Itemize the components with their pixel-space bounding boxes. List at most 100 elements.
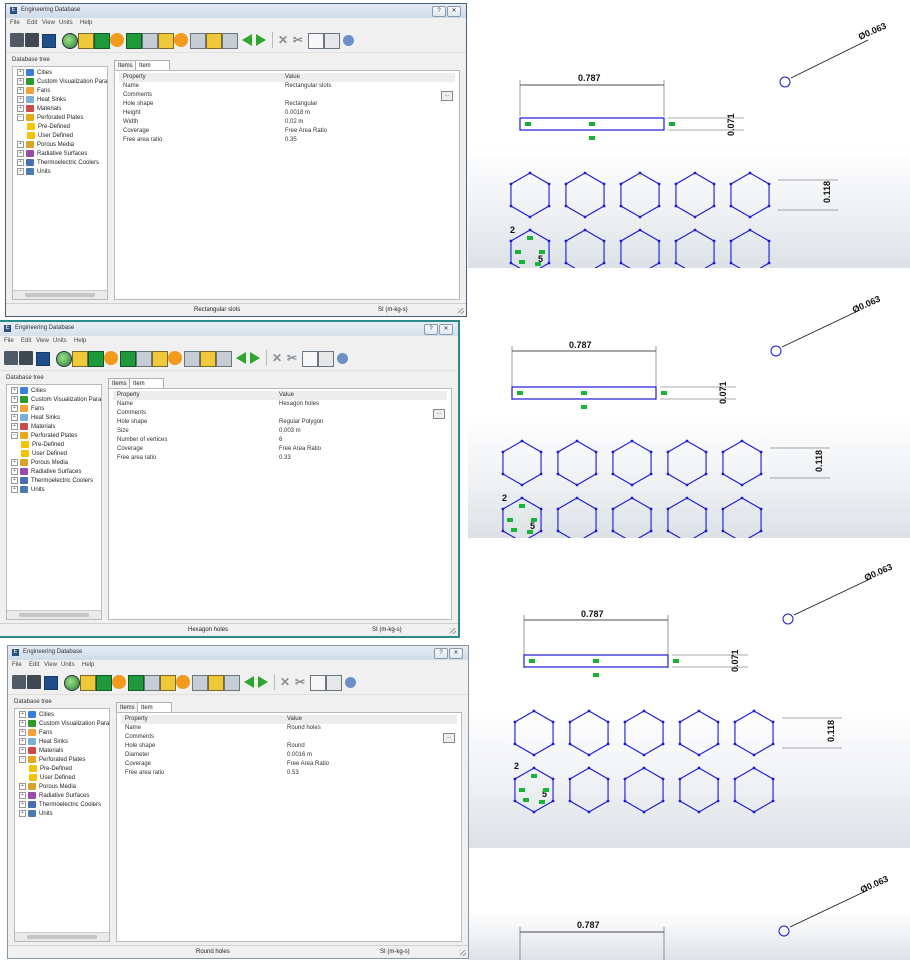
vertex-point[interactable] (513, 777, 517, 781)
vertex-point[interactable] (539, 529, 543, 533)
vertex-point[interactable] (657, 204, 661, 208)
gear-icon[interactable] (343, 35, 354, 46)
tree-item-materials[interactable]: + Materials (17, 105, 61, 114)
expand-toggle[interactable]: + (17, 105, 24, 112)
tools-icon[interactable] (224, 675, 240, 691)
fan-icon[interactable] (78, 33, 94, 49)
vertex-point[interactable] (528, 171, 532, 175)
vertex-point[interactable] (564, 182, 568, 186)
expand-toggle[interactable]: + (17, 96, 24, 103)
constraint-marker[interactable] (581, 391, 587, 395)
vertex-point[interactable] (564, 204, 568, 208)
vertex-point[interactable] (693, 215, 697, 219)
hexagon-hole[interactable] (620, 229, 660, 268)
hexagon-hole[interactable] (722, 497, 762, 538)
vertex-point[interactable] (733, 720, 737, 724)
dimension-diameter[interactable]: Ø0.063 (851, 294, 882, 315)
tree-item-porous-media[interactable]: + Porous Media (19, 783, 76, 792)
vertex-point[interactable] (611, 450, 615, 454)
vertex-point[interactable] (771, 799, 775, 803)
constraint-marker[interactable] (543, 788, 549, 792)
hexagon-hole[interactable] (569, 710, 609, 756)
heat-sink-icon[interactable] (94, 33, 110, 49)
expand-toggle[interactable]: + (11, 405, 18, 412)
expand-toggle[interactable]: + (11, 486, 18, 493)
hexagon-hole[interactable] (502, 440, 542, 486)
property-row[interactable]: Hole shape Rectangular (119, 100, 455, 109)
dimension-diameter[interactable]: Ø0.063 (857, 21, 888, 42)
vertex-point[interactable] (602, 239, 606, 243)
vertex-point[interactable] (712, 182, 716, 186)
vertex-point[interactable] (513, 720, 517, 724)
vertex-point[interactable] (513, 742, 517, 746)
dimension-height[interactable]: 0.071 (726, 113, 736, 136)
vertex-point[interactable] (551, 799, 555, 803)
vertex-point[interactable] (539, 472, 543, 476)
property-row[interactable]: Hole shape Regular Polygon (113, 418, 447, 427)
vertex-point[interactable] (767, 182, 771, 186)
property-row[interactable]: Width 0.02 m (119, 118, 455, 127)
vertex-point[interactable] (716, 720, 720, 724)
constraint-marker[interactable] (593, 659, 599, 663)
hexagon-hole[interactable] (734, 710, 774, 756)
property-value[interactable]: Rectangular (285, 100, 317, 109)
hexagon-hole[interactable] (557, 440, 597, 486)
vertex-point[interactable] (583, 228, 587, 232)
vertex-point[interactable] (740, 496, 744, 500)
vertex-point[interactable] (619, 261, 623, 265)
vertex-point[interactable] (611, 472, 615, 476)
vertex-point[interactable] (575, 496, 579, 500)
expand-toggle[interactable]: + (19, 720, 26, 727)
vertex-point[interactable] (697, 709, 701, 713)
globe-icon[interactable] (56, 351, 72, 367)
dimension-width[interactable]: 0.787 (577, 920, 600, 930)
paste-icon[interactable] (318, 351, 334, 367)
menu-units[interactable]: Units (59, 20, 73, 26)
vertex-point[interactable] (602, 204, 606, 208)
fan-icon[interactable] (80, 675, 96, 691)
menu-help[interactable]: Help (82, 662, 94, 668)
tree-item-units[interactable]: + Units (11, 486, 45, 495)
vertex-point[interactable] (587, 766, 591, 770)
vertex-point[interactable] (712, 239, 716, 243)
material-icon[interactable] (126, 33, 142, 49)
perforated-plate-icon[interactable] (144, 675, 160, 691)
hexagon-hole[interactable] (569, 767, 609, 813)
constraint-marker[interactable] (589, 136, 595, 140)
hexagon-hole[interactable] (620, 172, 660, 218)
vertex-point[interactable] (729, 182, 733, 186)
vertex-point[interactable] (556, 529, 560, 533)
vertex-point[interactable] (556, 450, 560, 454)
vertex-point[interactable] (568, 720, 572, 724)
vertex-point[interactable] (642, 810, 646, 814)
vertex-point[interactable] (638, 215, 642, 219)
vertex-point[interactable] (649, 507, 653, 511)
tools-icon[interactable] (222, 33, 238, 49)
menu-file[interactable]: File (12, 662, 22, 668)
tree-item-pre-defined[interactable]: Pre-Defined (29, 765, 72, 774)
vertex-point[interactable] (501, 529, 505, 533)
close-button[interactable]: ✕ (439, 324, 453, 335)
expand-toggle[interactable]: + (11, 468, 18, 475)
resize-grip[interactable] (450, 628, 456, 634)
vertex-point[interactable] (606, 799, 610, 803)
units-icon[interactable] (208, 675, 224, 691)
vertex-point[interactable] (501, 507, 505, 511)
vertex-point[interactable] (520, 483, 524, 487)
vertex-point[interactable] (661, 720, 665, 724)
tree-item-custom-visualization[interactable]: + Custom Visualization Para (11, 396, 101, 405)
save-icon[interactable] (36, 352, 50, 366)
fan-icon[interactable] (72, 351, 88, 367)
expand-toggle[interactable]: + (11, 459, 18, 466)
vertex-point[interactable] (568, 799, 572, 803)
vertex-point[interactable] (528, 215, 532, 219)
dimension-width[interactable]: 0.787 (578, 73, 601, 83)
expand-toggle[interactable]: + (19, 729, 26, 736)
database-tree[interactable]: + Cities + Custom Visualization Para + Fans + H… (14, 708, 110, 942)
constraint-marker[interactable] (673, 659, 679, 663)
vertex-point[interactable] (674, 182, 678, 186)
vertex-point[interactable] (594, 507, 598, 511)
vertex-point[interactable] (759, 529, 763, 533)
property-row[interactable]: Comments ... (119, 91, 455, 101)
porous-icon[interactable] (152, 351, 168, 367)
